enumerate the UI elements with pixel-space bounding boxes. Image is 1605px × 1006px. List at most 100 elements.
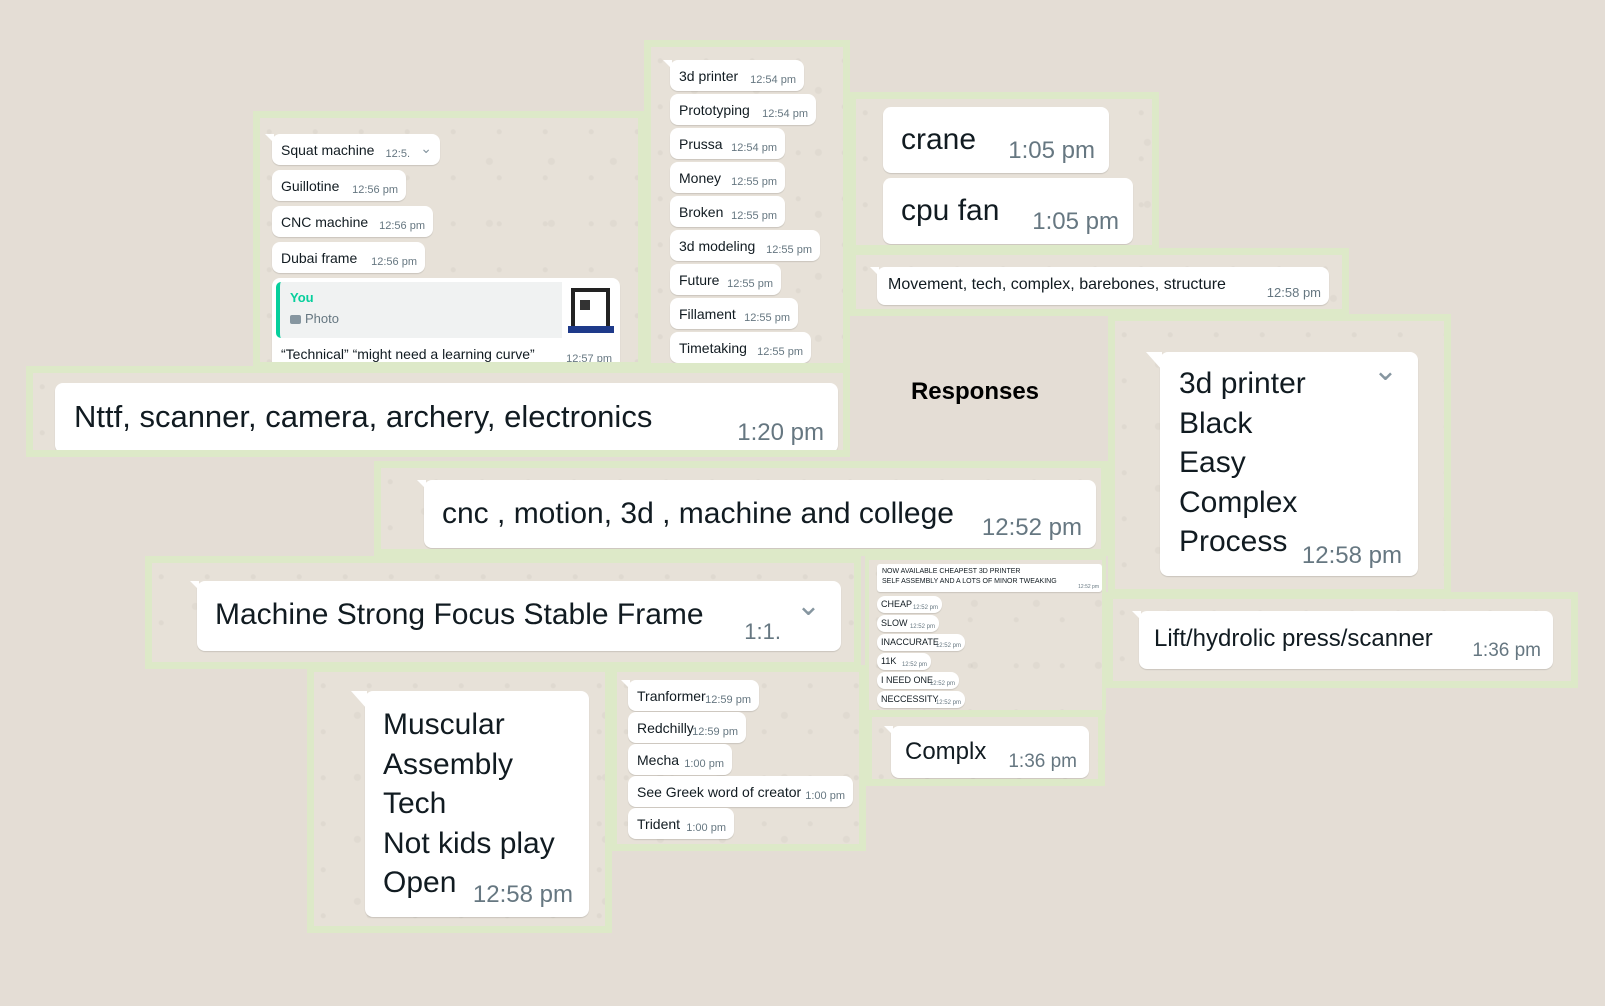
message-text: Lift/hydrolic press/scanner xyxy=(1154,625,1433,652)
message-time: 12:55 pm xyxy=(731,210,777,222)
camera-icon xyxy=(290,315,301,324)
message-bubble[interactable]: Guillotine 12:56 pm xyxy=(272,170,406,201)
chat-panel-m: Complx 1:36 pm xyxy=(865,710,1105,786)
message-bubble[interactable]: Money 12:55 pm xyxy=(670,162,785,193)
message-time: 1:05 pm xyxy=(1032,208,1119,235)
message-bubble[interactable]: Future 12:55 pm xyxy=(670,264,781,295)
message-text: 3d modeling xyxy=(679,238,756,254)
chevron-down-icon[interactable]: ⌄ xyxy=(420,140,432,157)
message-text: Tranformer xyxy=(637,688,706,704)
message-line: Tech xyxy=(383,787,447,820)
message-time: 12:57 pm xyxy=(566,353,612,365)
message-bubble[interactable]: Machine Strong Focus Stable Frame 1:1. ⌄ xyxy=(190,581,841,651)
message-text: SLOW xyxy=(881,618,908,628)
message-time: 12:52 pm xyxy=(912,605,938,611)
message-text: Prussa xyxy=(679,136,723,152)
message-text: Money xyxy=(679,170,722,186)
message-bubble[interactable]: Nttf, scanner, camera, archery, electron… xyxy=(55,383,838,450)
message-bubble[interactable]: CHEAP 12:52 pm xyxy=(877,596,942,613)
chat-panel-h: Machine Strong Focus Stable Frame 1:1. ⌄ xyxy=(145,556,861,669)
message-bubble[interactable]: Prototyping 12:54 pm xyxy=(670,94,816,125)
message-time: 12:56 pm xyxy=(379,220,425,232)
chevron-down-icon[interactable]: ⌄ xyxy=(1373,356,1398,386)
printer-photo-thumbnail[interactable] xyxy=(562,282,620,338)
message-time: 1:36 pm xyxy=(1008,751,1077,772)
message-bubble[interactable]: 11K 12:52 pm xyxy=(877,653,931,670)
message-time: 12:54 pm xyxy=(731,142,777,154)
message-bubble[interactable]: Mecha 1:00 pm xyxy=(628,744,732,775)
message-bubble[interactable]: Fillament 12:55 pm xyxy=(670,298,798,329)
message-time: 1:00 pm xyxy=(684,758,724,770)
message-bubble[interactable]: INACCURATE 12:52 pm xyxy=(877,634,965,651)
message-bubble[interactable]: cnc , motion, 3d , machine and college 12… xyxy=(417,480,1096,548)
message-bubble[interactable]: 3d printer 12:54 pm xyxy=(663,60,804,91)
message-bubble[interactable]: Movement, tech, complex, barebones, stru… xyxy=(870,267,1329,305)
chat-panel-l: Tranformer 12:59 pm Redchilly 12:59 pm Mec… xyxy=(610,665,866,851)
chat-panel-e: Nttf, scanner, camera, archery, electron… xyxy=(26,366,850,457)
message-time: 12:58 pm xyxy=(472,881,573,908)
chat-panel-g: cnc , motion, 3d , machine and college 12… xyxy=(374,461,1108,556)
message-time: 12:52 pm xyxy=(909,624,935,630)
message-text: Dubai frame xyxy=(281,250,358,266)
message-text: Future xyxy=(679,272,720,288)
message-time: 12:5. xyxy=(385,148,410,160)
message-bubble[interactable]: CNC machine 12:56 pm xyxy=(272,206,433,237)
message-text: Trident xyxy=(637,816,681,832)
message-line: Assembly xyxy=(383,747,514,781)
message-bubble[interactable]: Broken 12:55 pm xyxy=(670,196,785,227)
message-line: Black xyxy=(1179,406,1253,440)
message-bubble[interactable]: Trident 1:00 pm xyxy=(628,808,734,839)
message-bubble[interactable]: Muscular Assembly Tech Not kids play Ope… xyxy=(351,691,589,917)
message-text: Timetaking xyxy=(679,340,747,356)
message-time: 12:56 pm xyxy=(352,184,398,196)
message-bubble[interactable]: NOW AVAILABLE CHEAPEST 3D PRINTER SELF A… xyxy=(877,564,1102,592)
message-text: Machine Strong Focus Stable Frame xyxy=(215,598,704,631)
message-bubble[interactable]: 3d modeling 12:55 pm xyxy=(670,230,820,261)
chat-panel-a: Squat machine 12:5. ⌄ Guillotine 12:56 pm C… xyxy=(253,111,645,369)
chat-panel-j: Lift/hydrolic press/scanner 1:36 pm xyxy=(1106,592,1578,688)
message-time: 1:20 pm xyxy=(737,419,824,446)
message-bubble[interactable]: Complx 1:36 pm xyxy=(884,726,1089,778)
message-text: INACCURATE xyxy=(881,637,939,647)
message-time: 12:59 pm xyxy=(692,726,738,738)
message-text: Movement, tech, complex, barebones, stru… xyxy=(888,276,1226,293)
message-bubble[interactable]: Squat machine 12:5. ⌄ xyxy=(265,134,440,165)
message-text: cpu fan xyxy=(901,194,1000,227)
chat-panel-d: Movement, tech, complex, barebones, stru… xyxy=(849,248,1349,316)
message-time: 12:52 pm xyxy=(981,514,1082,541)
message-time: 12:52 pm xyxy=(929,681,955,687)
message-time: 12:55 pm xyxy=(727,278,773,290)
message-bubble[interactable]: 3d printer Black Easy Complex Process ⌄ … xyxy=(1146,352,1418,576)
message-time: 12:59 pm xyxy=(705,694,751,706)
message-bubble[interactable]: SLOW 12:52 pm xyxy=(877,615,939,632)
message-time: 1:05 pm xyxy=(1008,137,1095,164)
message-bubble[interactable]: Redchilly 12:59 pm xyxy=(628,712,746,743)
message-text: crane xyxy=(901,123,977,156)
message-text: CNC machine xyxy=(281,214,369,230)
message-bubble[interactable]: cpu fan 1:05 pm xyxy=(883,178,1133,244)
quoted-message[interactable]: You Photo xyxy=(276,282,620,338)
message-text: NECCESSITY xyxy=(881,694,939,704)
chat-panel-k: Muscular Assembly Tech Not kids play Ope… xyxy=(307,665,612,933)
message-time: 12:52 pm xyxy=(1078,584,1099,590)
message-text: Complx xyxy=(905,738,987,765)
message-time: 12:52 pm xyxy=(935,643,961,649)
message-text: Redchilly xyxy=(637,720,694,736)
responses-heading: Responses xyxy=(910,378,1040,405)
message-bubble[interactable]: Tranformer 12:59 pm xyxy=(621,680,759,711)
message-bubble[interactable]: crane 1:05 pm xyxy=(883,107,1109,173)
message-bubble[interactable]: See Greek word of creator 1:00 pm xyxy=(628,776,853,807)
chevron-down-icon[interactable]: ⌄ xyxy=(796,591,821,621)
message-time: 12:52 pm xyxy=(901,662,927,668)
message-bubble[interactable]: Dubai frame 12:56 pm xyxy=(272,242,425,273)
reply-message-bubble[interactable]: You Photo “Technical” “might need a lear… xyxy=(272,278,620,365)
message-bubble[interactable]: Prussa 12:54 pm xyxy=(670,128,785,159)
message-bubble[interactable]: NECCESSITY 12:52 pm xyxy=(877,691,965,708)
message-text: Prototyping xyxy=(679,102,750,118)
message-bubble[interactable]: Timetaking 12:55 pm xyxy=(670,332,811,363)
message-bubble[interactable]: I NEED ONE 12:52 pm xyxy=(877,672,959,689)
message-bubble[interactable]: Lift/hydrolic press/scanner 1:36 pm xyxy=(1132,611,1553,669)
chat-panel-i: NOW AVAILABLE CHEAPEST 3D PRINTER SELF A… xyxy=(865,556,1106,714)
message-text: Nttf, scanner, camera, archery, electron… xyxy=(74,399,653,434)
message-time: 1:36 pm xyxy=(1472,640,1541,661)
